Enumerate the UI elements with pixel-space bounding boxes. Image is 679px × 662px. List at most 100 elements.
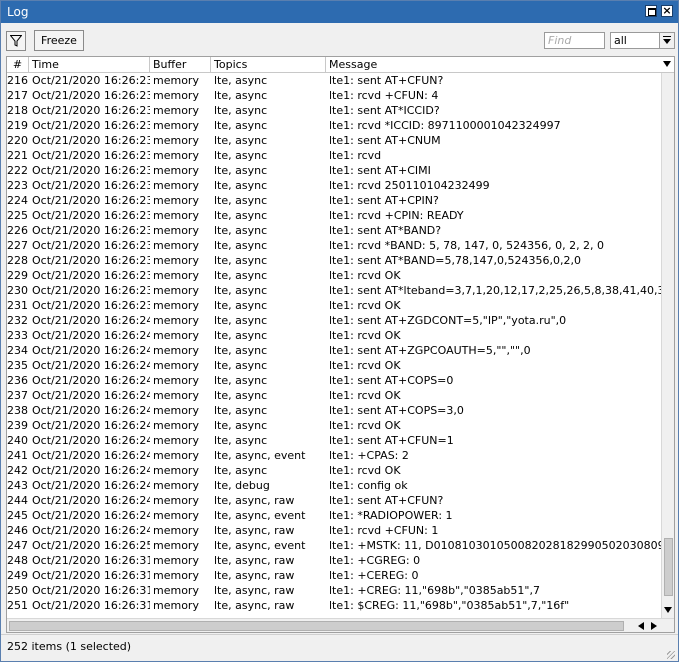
row-topics: lte, async (214, 149, 268, 162)
table-row[interactable]: 247 Oct/21/2020 16:26:25 memory lte, async,… (7, 538, 661, 553)
row-topics: lte, async, raw (214, 584, 295, 597)
resize-grip-icon[interactable] (667, 651, 675, 659)
column-header-time[interactable]: Time (29, 57, 150, 72)
table-row[interactable]: 237 Oct/21/2020 16:26:24 memory lte, async l… (7, 388, 661, 403)
table-row[interactable]: 242 Oct/21/2020 16:26:24 memory lte, async l… (7, 463, 661, 478)
table-row[interactable]: 250 Oct/21/2020 16:26:31 memory lte, async,… (7, 583, 661, 598)
table-row[interactable]: 228 Oct/21/2020 16:26:23 memory lte, async l… (7, 253, 661, 268)
table-row[interactable]: 227 Oct/21/2020 16:26:23 memory lte, async l… (7, 238, 661, 253)
scroll-left-arrow-icon[interactable] (638, 622, 644, 630)
scroll-down-arrow-icon[interactable] (664, 607, 672, 613)
chevron-down-icon[interactable] (659, 33, 674, 48)
column-header-topics[interactable]: Topics (211, 57, 326, 72)
column-menu-arrow-icon[interactable] (663, 61, 671, 67)
table-row[interactable]: 246 Oct/21/2020 16:26:24 memory lte, async,… (7, 523, 661, 538)
row-topics: lte, async (214, 284, 268, 297)
vertical-scroll-thumb[interactable] (664, 538, 673, 596)
row-time: Oct/21/2020 16:26:23 (32, 254, 150, 267)
title-bar[interactable]: Log × (1, 1, 678, 23)
row-buffer: memory (153, 104, 199, 117)
row-topics: lte, async, raw (214, 524, 295, 537)
close-icon[interactable]: × (661, 5, 673, 17)
table-row[interactable]: 230 Oct/21/2020 16:26:23 memory lte, async l… (7, 283, 661, 298)
row-topics: lte, async, raw (214, 569, 295, 582)
row-topics: lte, async (214, 404, 268, 417)
table-row[interactable]: 241 Oct/21/2020 16:26:24 memory lte, async,… (7, 448, 661, 463)
column-header-message[interactable]: Message (326, 57, 661, 72)
table-row[interactable]: 222 Oct/21/2020 16:26:23 memory lte, async l… (7, 163, 661, 178)
table-row[interactable]: 244 Oct/21/2020 16:26:24 memory lte, async,… (7, 493, 661, 508)
row-topics: lte, async (214, 224, 268, 237)
row-buffer: memory (153, 74, 199, 87)
row-time: Oct/21/2020 16:26:23 (32, 194, 150, 207)
row-buffer: memory (153, 224, 199, 237)
table-row[interactable]: 243 Oct/21/2020 16:26:24 memory lte, debug l… (7, 478, 661, 493)
item-count-status: 252 items (1 selected) (7, 640, 132, 653)
row-topics: lte, async (214, 134, 268, 147)
scroll-right-arrow-icon[interactable] (651, 622, 657, 630)
table-row[interactable]: 248 Oct/21/2020 16:26:31 memory lte, async,… (7, 553, 661, 568)
find-input[interactable] (544, 32, 605, 49)
table-row[interactable]: 251 Oct/21/2020 16:26:31 memory lte, async,… (7, 598, 661, 613)
table-row[interactable]: 223 Oct/21/2020 16:26:23 memory lte, async l… (7, 178, 661, 193)
table-row[interactable]: 233 Oct/21/2020 16:26:24 memory lte, async l… (7, 328, 661, 343)
row-time: Oct/21/2020 16:26:31 (32, 569, 150, 582)
row-number: 238 (7, 404, 28, 417)
row-time: Oct/21/2020 16:26:24 (32, 344, 150, 357)
row-time: Oct/21/2020 16:26:23 (32, 284, 150, 297)
table-row[interactable]: 226 Oct/21/2020 16:26:23 memory lte, async l… (7, 223, 661, 238)
row-topics: lte, debug (214, 479, 270, 492)
table-row[interactable]: 231 Oct/21/2020 16:26:23 memory lte, async l… (7, 298, 661, 313)
table-row[interactable]: 240 Oct/21/2020 16:26:24 memory lte, async l… (7, 433, 661, 448)
table-row[interactable]: 232 Oct/21/2020 16:26:24 memory lte, async l… (7, 313, 661, 328)
table-row[interactable]: 238 Oct/21/2020 16:26:24 memory lte, async l… (7, 403, 661, 418)
log-window: Log × Freeze all # Time Buffer Topics Me… (0, 0, 679, 662)
vertical-scrollbar[interactable] (661, 73, 674, 618)
table-row[interactable]: 234 Oct/21/2020 16:26:24 memory lte, async l… (7, 343, 661, 358)
table-row[interactable]: 216 Oct/21/2020 16:26:23 memory lte, async l… (7, 73, 661, 88)
row-buffer: memory (153, 524, 199, 537)
row-message: lte1: sent AT+CFUN? (329, 74, 444, 87)
row-buffer: memory (153, 449, 199, 462)
row-buffer: memory (153, 494, 199, 507)
table-row[interactable]: 239 Oct/21/2020 16:26:24 memory lte, async l… (7, 418, 661, 433)
row-time: Oct/21/2020 16:26:23 (32, 299, 150, 312)
table-row[interactable]: 218 Oct/21/2020 16:26:23 memory lte, async l… (7, 103, 661, 118)
freeze-button[interactable]: Freeze (34, 30, 84, 51)
row-time: Oct/21/2020 16:26:31 (32, 554, 150, 567)
table-row[interactable]: 220 Oct/21/2020 16:26:23 memory lte, async l… (7, 133, 661, 148)
horizontal-scrollbar[interactable] (7, 618, 674, 632)
table-row[interactable]: 217 Oct/21/2020 16:26:23 memory lte, async l… (7, 88, 661, 103)
row-topics: lte, async (214, 374, 268, 387)
table-row[interactable]: 229 Oct/21/2020 16:26:23 memory lte, async l… (7, 268, 661, 283)
row-time: Oct/21/2020 16:26:23 (32, 269, 150, 282)
table-row[interactable]: 235 Oct/21/2020 16:26:24 memory lte, async l… (7, 358, 661, 373)
level-select[interactable]: all (610, 32, 675, 49)
column-header-number[interactable]: # (7, 57, 29, 72)
filter-button[interactable] (6, 31, 26, 51)
row-message: lte1: sent AT+CFUN? (329, 494, 444, 507)
row-buffer: memory (153, 359, 199, 372)
table-row[interactable]: 219 Oct/21/2020 16:26:23 memory lte, async l… (7, 118, 661, 133)
row-number: 228 (7, 254, 28, 267)
table-row[interactable]: 225 Oct/21/2020 16:26:23 memory lte, async l… (7, 208, 661, 223)
table-row[interactable]: 221 Oct/21/2020 16:26:23 memory lte, async l… (7, 148, 661, 163)
table-row[interactable]: 249 Oct/21/2020 16:26:31 memory lte, async,… (7, 568, 661, 583)
row-topics: lte, async (214, 254, 268, 267)
row-message: lte1: sent AT+COPS=0 (329, 374, 454, 387)
column-header-buffer[interactable]: Buffer (150, 57, 211, 72)
horizontal-scroll-thumb[interactable] (9, 621, 624, 631)
table-row[interactable]: 236 Oct/21/2020 16:26:24 memory lte, async l… (7, 373, 661, 388)
table-row[interactable]: 224 Oct/21/2020 16:26:23 memory lte, async l… (7, 193, 661, 208)
row-number: 239 (7, 419, 28, 432)
row-time: Oct/21/2020 16:26:24 (32, 509, 150, 522)
table-row[interactable]: 245 Oct/21/2020 16:26:24 memory lte, async,… (7, 508, 661, 523)
row-message: lte1: rcvd (329, 149, 382, 162)
table-body: 216 Oct/21/2020 16:26:23 memory lte, async l… (7, 73, 661, 618)
row-number: 246 (7, 524, 28, 537)
row-topics: lte, async, raw (214, 599, 295, 612)
row-number: 243 (7, 479, 28, 492)
row-topics: lte, async (214, 419, 268, 432)
maximize-icon[interactable] (645, 5, 657, 17)
row-topics: lte, async, raw (214, 494, 295, 507)
